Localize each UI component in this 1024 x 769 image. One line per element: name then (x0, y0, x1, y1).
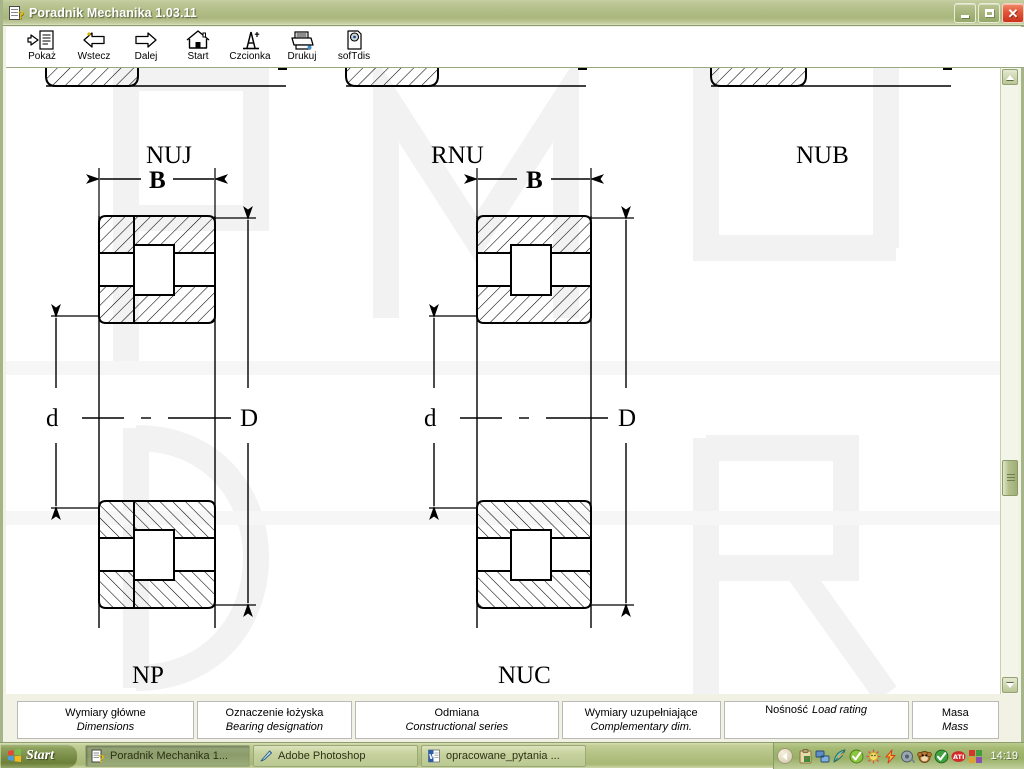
printer-icon (288, 28, 316, 51)
svg-text:ATI: ATI (953, 753, 964, 761)
softdis-page-icon (340, 28, 368, 51)
taskbar-items: ? Poradnik Mechanika 1... Adobe Photosho… (85, 745, 586, 767)
tray-expand-left-icon[interactable] (777, 748, 793, 764)
font-icon (236, 28, 264, 51)
title-bar: ? Poradnik Mechanika 1.03.11 ✕ (3, 0, 1024, 26)
taskbar-item-label: Poradnik Mechanika 1... (110, 750, 228, 762)
vertical-scrollbar[interactable] (1000, 68, 1018, 694)
taskbar-item-label: Adobe Photoshop (278, 750, 365, 762)
scroll-thumb[interactable] (1002, 460, 1018, 496)
start-label: Start (26, 748, 54, 764)
legend-cell-complementary-dim[interactable]: Wymiary uzupełniające Complementary dim. (562, 701, 721, 739)
squares-icon[interactable] (968, 749, 983, 764)
close-button[interactable]: ✕ (1002, 3, 1024, 23)
home-icon (184, 28, 212, 51)
toolbar-button-dalej[interactable]: Dalej (120, 27, 172, 67)
system-tray: ATI 14:19 (773, 743, 1024, 769)
taskbar-item-word-document[interactable]: W opracowane_pytania ... (421, 745, 586, 767)
bearing-cross-section-drawing: NUJ B (6, 68, 1006, 694)
toolbar-label: Pokaż (28, 51, 56, 63)
legend-label-pl: Odmiana (434, 706, 479, 720)
legend-label-pl: Nośność (765, 703, 808, 717)
toolbar-button-start[interactable]: Start (172, 27, 224, 67)
legend-label-en: Dimensions (77, 720, 134, 734)
legend-label-en: Load rating (812, 703, 867, 717)
lightning-icon[interactable] (883, 749, 898, 764)
taskbar-item-label: opracowane_pytania ... (446, 750, 560, 762)
legend-label-en: Constructional series (405, 720, 508, 734)
toolbar-label: Dalej (135, 51, 158, 63)
feather-icon[interactable] (832, 749, 847, 764)
dim-label-b-left: B (149, 167, 166, 194)
legend-cell-mass[interactable]: Masa Mass (912, 701, 999, 739)
taskbar-item-poradnik[interactable]: ? Poradnik Mechanika 1... (85, 745, 250, 767)
legend-cell-bearing-designation[interactable]: Oznaczenie łożyska Bearing designation (197, 701, 352, 739)
scroll-up-arrow-icon[interactable] (1002, 69, 1018, 85)
maximize-button[interactable] (978, 3, 1000, 23)
toolbar-label: Start (187, 51, 208, 63)
toolbar-label: Drukuj (288, 51, 317, 63)
clipboard-icon[interactable] (798, 749, 813, 764)
window-controls: ✕ (954, 3, 1024, 23)
minimize-button[interactable] (954, 3, 976, 23)
diagram-label-nub: NUB (796, 142, 849, 169)
monkey-icon[interactable] (917, 749, 932, 764)
legend-cell-constructional-series[interactable]: Odmiana Constructional series (355, 701, 559, 739)
legend-label-pl: Masa (942, 706, 969, 720)
window-help-document-icon: ? (8, 5, 24, 21)
network-icon[interactable] (815, 749, 830, 764)
legend-table: Wymiary główne Dimensions Oznaczenie łoż… (17, 701, 999, 739)
toolbar: Pokaż Wstecz Dalej (6, 27, 1024, 68)
toolbar-button-softdis[interactable]: sofTdis (328, 27, 380, 67)
diagram-label-np: NP (132, 662, 164, 689)
legend-label-pl: Oznaczenie łożyska (226, 706, 324, 720)
document-content-area[interactable]: NUJ B (6, 68, 1006, 694)
back-arrow-icon (80, 28, 108, 51)
toolbar-label: Czcionka (229, 51, 270, 63)
photoshop-icon (259, 749, 273, 763)
ati-icon[interactable]: ATI (951, 749, 966, 764)
legend-label-pl: Wymiary główne (65, 706, 146, 720)
legend-label-en: Complementary dim. (590, 720, 691, 734)
dim-label-d-large-mid: D (618, 405, 636, 432)
application-window: ? Poradnik Mechanika 1.03.11 ✕ Pokaż (0, 0, 1024, 742)
legend-cell-load-rating[interactable]: Nośność Load rating (724, 701, 909, 739)
svg-text:?: ? (98, 754, 104, 763)
clock[interactable]: 14:19 (990, 750, 1018, 762)
legend-label-en: Bearing designation (226, 720, 323, 734)
dim-label-d-large-left: D (240, 405, 258, 432)
toolbar-button-czcionka[interactable]: Czcionka (224, 27, 276, 67)
legend-label-pl: Wymiary uzupełniające (585, 706, 698, 720)
diagram-label-nuj: NUJ (146, 142, 192, 169)
diagram-label-nuc: NUC (498, 662, 551, 689)
taskbar: Start ? Poradnik Mechanika 1... (0, 742, 1024, 768)
green-shield-check-icon[interactable] (934, 749, 949, 764)
start-button[interactable]: Start (1, 744, 77, 768)
help-document-icon: ? (91, 749, 105, 763)
toolbar-label: sofTdis (338, 51, 370, 63)
sun-icon[interactable] (866, 749, 881, 764)
word-document-icon: W (427, 749, 441, 763)
toolbar-button-drukuj[interactable]: Drukuj (276, 27, 328, 67)
dim-label-d-small-mid: d (424, 405, 437, 432)
dim-label-b-mid: B (526, 167, 543, 194)
taskbar-item-photoshop[interactable]: Adobe Photoshop (253, 745, 418, 767)
forward-arrow-icon (132, 28, 160, 51)
show-contents-icon (27, 28, 57, 51)
dim-label-d-small-left: d (46, 405, 59, 432)
legend-cell-dimensions[interactable]: Wymiary główne Dimensions (17, 701, 194, 739)
window-title: Poradnik Mechanika 1.03.11 (29, 6, 197, 20)
scroll-down-arrow-icon[interactable] (1002, 677, 1018, 693)
toolbar-button-pokaz[interactable]: Pokaż (16, 27, 68, 67)
legend-label-en: Mass (942, 720, 968, 734)
toolbar-label: Wstecz (78, 51, 111, 63)
volume-icon[interactable] (900, 749, 915, 764)
windows-flag-icon (7, 748, 22, 763)
toolbar-button-wstecz[interactable]: Wstecz (68, 27, 120, 67)
diagram-label-rnu: RNU (431, 142, 484, 169)
green-check-icon[interactable] (849, 749, 864, 764)
